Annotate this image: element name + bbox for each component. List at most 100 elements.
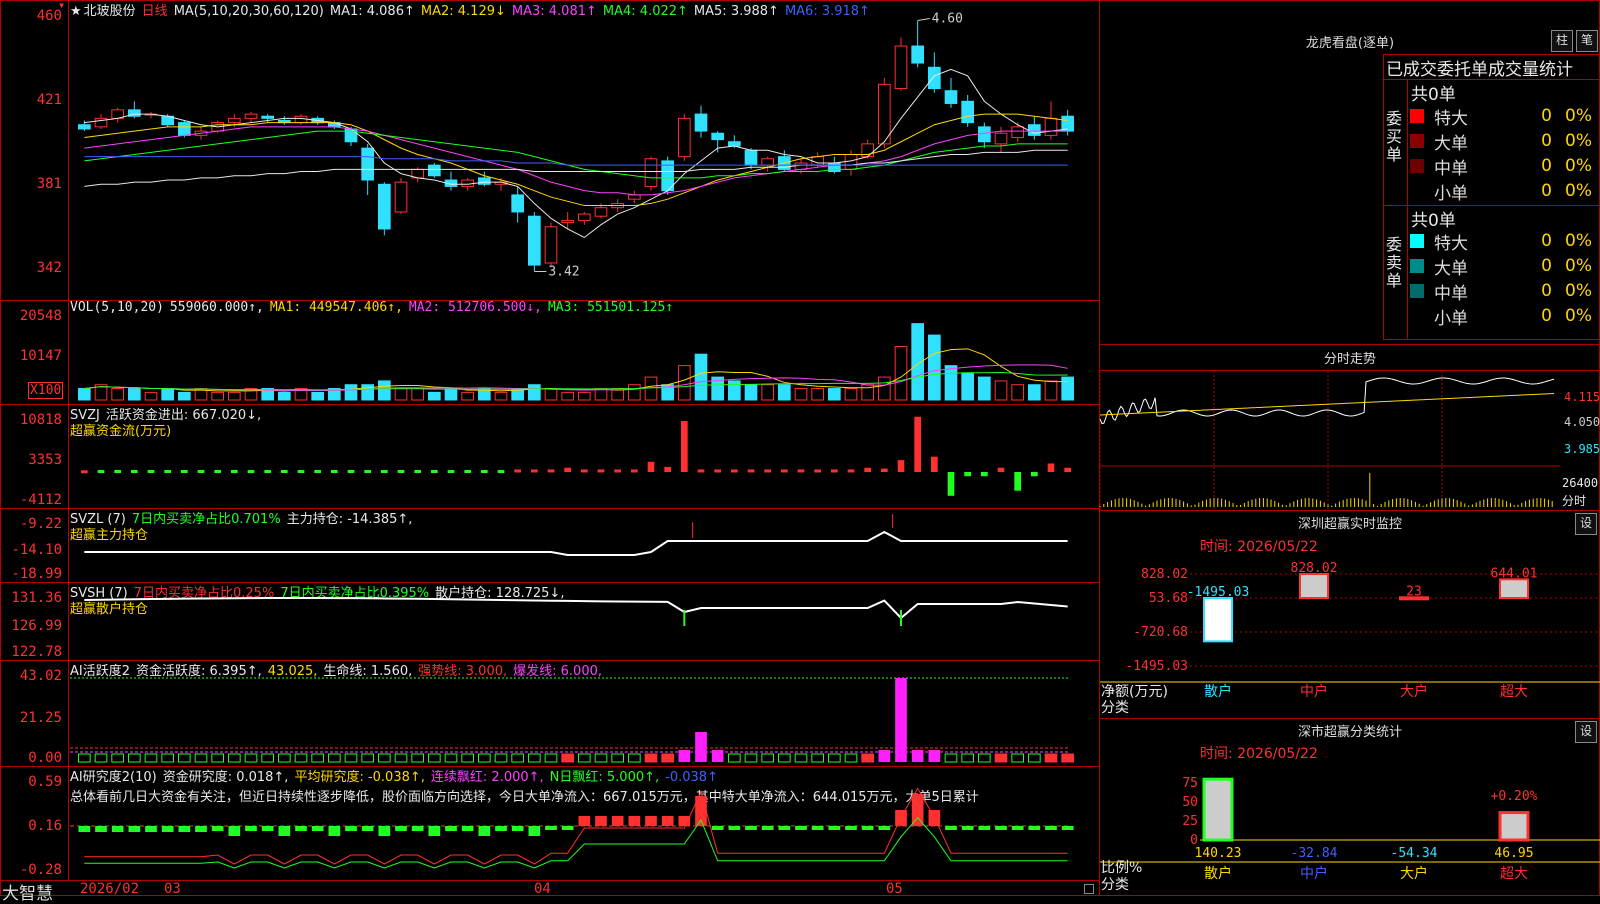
ai1-bar	[761, 753, 774, 763]
ma-line-ma4	[84, 130, 1068, 179]
ai1-bar	[1028, 753, 1041, 763]
svzj-bar	[881, 468, 888, 472]
buy-row-name: 特大	[1434, 108, 1468, 129]
ai2-bar	[578, 816, 591, 826]
svzj-bar	[581, 469, 588, 473]
sell-row-name: 大单	[1434, 258, 1468, 279]
bar-mode-button[interactable]: 柱	[1551, 30, 1573, 52]
monitor-category: 中户	[1300, 683, 1328, 700]
volume-bar	[278, 391, 291, 401]
svzj-bar	[81, 470, 88, 474]
volume-bar	[111, 388, 124, 401]
ai1-bar	[494, 753, 508, 763]
volume-bar	[894, 346, 908, 401]
ai2-bar	[1028, 826, 1041, 830]
candle-body	[461, 179, 475, 187]
classify-sep	[1099, 718, 1600, 719]
classify-chart[interactable]: 7550250+0.20%140.23 -32.84 -54.34 46.95散户 中户…	[1100, 762, 1600, 900]
ma-line-ma1	[84, 68, 1068, 239]
intraday-vol-sub: 分时	[1562, 494, 1587, 508]
ai1-bar	[544, 753, 558, 763]
monitor-bar	[1499, 578, 1529, 599]
volume-bar	[344, 384, 358, 401]
svzj-bar	[514, 469, 521, 473]
ai1-axis-mid: 21.25	[19, 710, 62, 726]
candle-body	[511, 194, 525, 213]
classify-axis-label: 25	[1182, 814, 1198, 829]
monitor-xlabel: 分类	[1101, 700, 1129, 716]
monitor-settings-button[interactable]: 设	[1575, 513, 1597, 535]
candle-body	[978, 126, 991, 143]
svsh-chart[interactable]	[70, 582, 1096, 660]
candle-body	[294, 115, 308, 124]
sell-row-pct: 0%	[1565, 256, 1592, 276]
svzj-bar	[231, 470, 238, 473]
ai2-bar	[278, 826, 291, 836]
ai2-bar	[611, 816, 624, 826]
svzj-chart[interactable]	[70, 404, 1096, 508]
volume-bar	[761, 384, 774, 401]
dragon-tiger-title: 龙虎看盘(逐单)	[1305, 36, 1395, 51]
classify-value: -54.34	[1391, 846, 1438, 861]
classify-settings-button[interactable]: 设	[1575, 721, 1597, 743]
ai2-bar	[111, 826, 124, 832]
candle-body	[578, 213, 591, 221]
svzj-axis-top: 10818	[19, 412, 62, 428]
classify-category: 大户	[1400, 865, 1428, 882]
intraday-sep-top	[1099, 344, 1600, 345]
candle-body	[478, 177, 491, 185]
ai2-bar	[128, 826, 141, 832]
volume-bar	[144, 391, 158, 401]
vol-axis-10147: 10147	[19, 348, 62, 364]
classify-bar	[1498, 811, 1530, 842]
color-swatch	[1410, 284, 1424, 298]
intraday-title: 分时走势	[1323, 352, 1376, 367]
svzj-bar	[547, 469, 555, 473]
sell-row-pct: 0%	[1565, 306, 1592, 326]
volume-bar	[178, 391, 191, 401]
intraday-avg-line	[1099, 392, 1555, 416]
ai1-bar	[128, 753, 141, 763]
volume-bar	[444, 388, 458, 401]
buy-row-name: 小单	[1434, 183, 1468, 204]
svzj-bar	[147, 470, 155, 473]
app-logo[interactable]: 大智慧	[2, 879, 53, 904]
svzj-bar	[697, 469, 705, 473]
svzj-bar	[497, 470, 505, 473]
pen-mode-button[interactable]: 笔	[1576, 30, 1598, 52]
classify-title: 深市超赢分类统计	[1297, 725, 1402, 740]
ai1-bar	[878, 750, 891, 762]
ai1-bar	[961, 753, 974, 763]
buy-row-count: 0	[1541, 131, 1552, 151]
svsh-line	[84, 597, 1068, 620]
ma-line-ma2	[84, 113, 1068, 207]
ai2-bar	[1011, 826, 1024, 830]
monitor-chart[interactable]: 828.02 53.68 -720.68 -1495.03 -1495.03 828.02…	[1100, 556, 1600, 716]
vol-unit-badge[interactable]: X100	[28, 382, 64, 399]
volume-bar	[994, 380, 1008, 401]
svzl-line	[84, 530, 1068, 556]
y-axis-line	[68, 0, 69, 880]
lock-icon[interactable]	[1084, 884, 1094, 894]
svzj-bar	[647, 461, 655, 472]
monitor-bar-label: 644.01	[1491, 566, 1538, 581]
ai1-bar	[194, 753, 208, 763]
ai1-bar	[594, 753, 608, 763]
volume-bar	[1028, 384, 1041, 401]
ai1-bar	[178, 753, 191, 763]
svzl-chart[interactable]	[70, 508, 1096, 582]
ai2-bar	[545, 826, 557, 830]
ai1-bar	[1044, 753, 1058, 763]
ai1-bar	[378, 753, 391, 763]
candle-body	[1061, 115, 1074, 132]
candlestick-chart[interactable]: 4.60 3.42	[70, 0, 1096, 298]
ai2-bar	[428, 826, 441, 836]
intraday-chart[interactable]	[1099, 371, 1560, 509]
ai1-chart[interactable]	[70, 660, 1096, 766]
ai2-chart[interactable]	[70, 766, 1096, 880]
classify-value: -32.84	[1291, 846, 1338, 861]
candle-body	[1011, 126, 1024, 138]
volume-chart[interactable]	[70, 300, 1096, 404]
ai1-bar	[511, 753, 525, 763]
ai1-bar	[1011, 753, 1024, 763]
